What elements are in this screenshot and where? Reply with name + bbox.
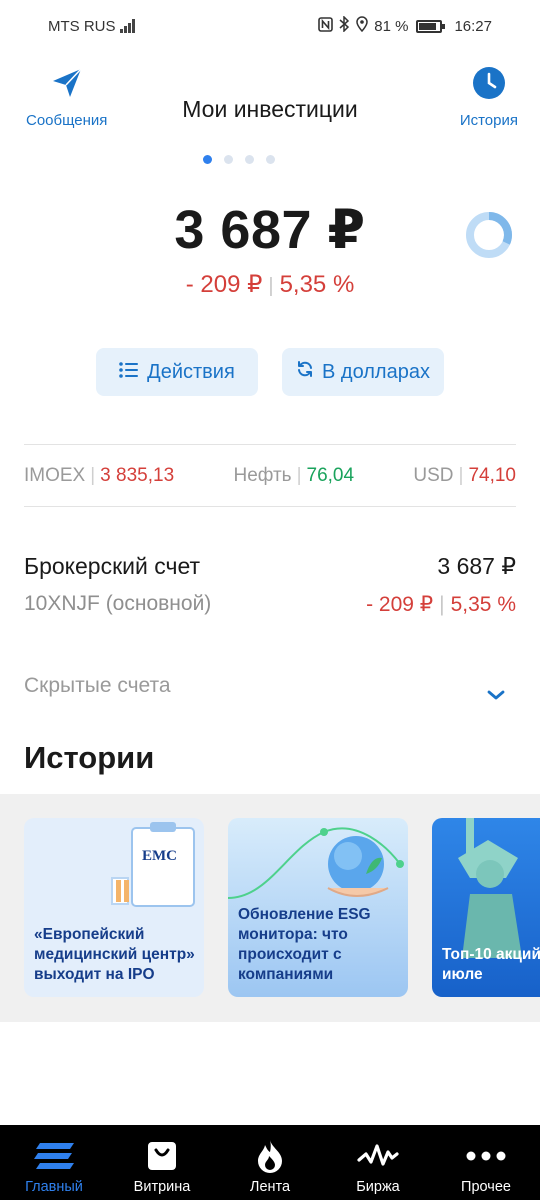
ticker-imoex[interactable]: IMOEX | 3 835,13 bbox=[24, 465, 174, 487]
brokerage-account-row[interactable]: Брокерский счет 3 687 ₽ 10XNJF (основной… bbox=[24, 553, 516, 617]
tab-more[interactable]: Прочее bbox=[432, 1125, 540, 1200]
actions-label: Действия bbox=[147, 360, 235, 383]
history-label: История bbox=[459, 112, 518, 129]
story-card[interactable]: Обновление ESG монитора: что происходит … bbox=[228, 818, 408, 997]
tab-label: Прочее bbox=[461, 1179, 511, 1195]
pulse-chart-icon bbox=[357, 1139, 399, 1173]
separator: | bbox=[439, 593, 445, 616]
battery-percent: 81 % bbox=[374, 17, 409, 35]
pager-dot[interactable] bbox=[266, 155, 275, 164]
action-buttons: Действия В долларах bbox=[96, 348, 444, 396]
pager-dots[interactable] bbox=[0, 155, 509, 164]
portfolio-change-pct: 5,35 % bbox=[279, 271, 355, 298]
separator: | bbox=[90, 465, 96, 486]
ticker-value: 74,10 bbox=[468, 465, 516, 486]
nfc-icon bbox=[318, 16, 334, 36]
refresh-icon bbox=[296, 360, 314, 384]
tab-feed[interactable]: Лента bbox=[216, 1125, 324, 1200]
account-value: 3 687 ₽ bbox=[437, 553, 516, 579]
portfolio-total: 3 687 ₽ bbox=[174, 200, 366, 260]
ticker-value: 76,04 bbox=[306, 465, 355, 486]
currency-toggle-button[interactable]: В долларах bbox=[282, 348, 444, 396]
bottom-tab-bar: Главный Витрина Лента Биржа Прочее bbox=[0, 1125, 540, 1200]
status-left: MTS RUS bbox=[48, 18, 135, 35]
portfolio-change: - 209 ₽ | 5,35 % bbox=[0, 270, 540, 299]
pager-dot[interactable] bbox=[224, 155, 233, 164]
pager-dot[interactable] bbox=[245, 155, 254, 164]
ticker-usd[interactable]: USD | 74,10 bbox=[413, 465, 516, 487]
market-tickers: IMOEX | 3 835,13 Нефть | 76,04 USD | 74,10 bbox=[24, 460, 516, 492]
account-change: - 209 ₽ | 5,35 % bbox=[366, 592, 516, 617]
shopping-bag-icon bbox=[147, 1139, 177, 1173]
ticker-oil[interactable]: Нефть | 76,04 bbox=[233, 465, 354, 487]
story-badge: EMC bbox=[142, 848, 177, 864]
divider bbox=[24, 506, 516, 507]
clock-icon bbox=[472, 66, 506, 104]
tab-showcase[interactable]: Витрина bbox=[108, 1125, 216, 1200]
app-header: Сообщения Мои инвестиции История bbox=[0, 62, 540, 142]
actions-button[interactable]: Действия bbox=[96, 348, 258, 396]
account-change-pct: 5,35 % bbox=[450, 593, 516, 616]
account-line-main: Брокерский счет 3 687 ₽ bbox=[24, 553, 516, 580]
currency-label: В долларах bbox=[322, 360, 430, 383]
stories-title: Истории bbox=[24, 740, 155, 775]
ticker-name: USD bbox=[413, 465, 454, 486]
story-card[interactable]: EMC «Европейский медицинский центр» выхо… bbox=[24, 818, 204, 997]
separator: | bbox=[296, 465, 302, 486]
tab-main[interactable]: Главный bbox=[0, 1125, 108, 1200]
status-right: 81 % 16:27 bbox=[318, 15, 492, 36]
hidden-accounts-toggle[interactable]: Скрытые счета bbox=[24, 674, 516, 714]
location-icon bbox=[356, 16, 369, 36]
story-caption: Топ-10 акций в июле bbox=[442, 946, 540, 983]
separator: | bbox=[458, 465, 464, 486]
story-caption: Обновление ESG монитора: что происходит … bbox=[238, 906, 371, 983]
home-stack-icon bbox=[34, 1139, 74, 1173]
account-change-abs: - 209 ₽ bbox=[366, 593, 434, 616]
account-name: Брокерский счет bbox=[24, 553, 201, 579]
carrier-label: MTS RUS bbox=[48, 17, 116, 35]
account-id: 10XNJF (основной) bbox=[24, 592, 212, 615]
list-icon bbox=[119, 361, 139, 384]
clock: 16:27 bbox=[454, 17, 492, 35]
battery-icon bbox=[416, 19, 446, 33]
tab-label: Лента bbox=[249, 1179, 291, 1195]
tab-label: Витрина bbox=[133, 1179, 191, 1195]
flame-icon bbox=[257, 1139, 283, 1173]
stories-carousel[interactable]: EMC «Европейский медицинский центр» выхо… bbox=[0, 794, 540, 1022]
ticker-name: Нефть bbox=[233, 465, 292, 486]
more-dots-icon bbox=[466, 1139, 506, 1173]
ticker-name: IMOEX bbox=[24, 465, 86, 486]
bluetooth-icon bbox=[339, 15, 350, 36]
hidden-accounts-label: Скрытые счета bbox=[24, 674, 171, 697]
chevron-down-icon bbox=[486, 688, 506, 706]
signal-icon bbox=[119, 19, 135, 33]
story-card[interactable]: Топ-10 акций в июле bbox=[432, 818, 540, 997]
ticker-value: 3 835,13 bbox=[100, 465, 175, 486]
portfolio-change-abs: - 209 ₽ bbox=[185, 271, 263, 298]
tab-exchange[interactable]: Биржа bbox=[324, 1125, 432, 1200]
divider bbox=[24, 444, 516, 445]
tab-label: Главный bbox=[25, 1179, 83, 1195]
tab-label: Биржа bbox=[356, 1179, 400, 1195]
history-button[interactable]: История bbox=[460, 66, 518, 129]
allocation-donut-icon[interactable] bbox=[464, 210, 514, 260]
status-bar: MTS RUS 81 % 16:27 bbox=[0, 0, 540, 52]
separator: | bbox=[268, 275, 274, 297]
account-line-sub: 10XNJF (основной) - 209 ₽ | 5,35 % bbox=[24, 592, 516, 617]
pager-dot[interactable] bbox=[203, 155, 212, 164]
story-caption: «Европейский медицинский центр» выходит … bbox=[34, 926, 195, 983]
